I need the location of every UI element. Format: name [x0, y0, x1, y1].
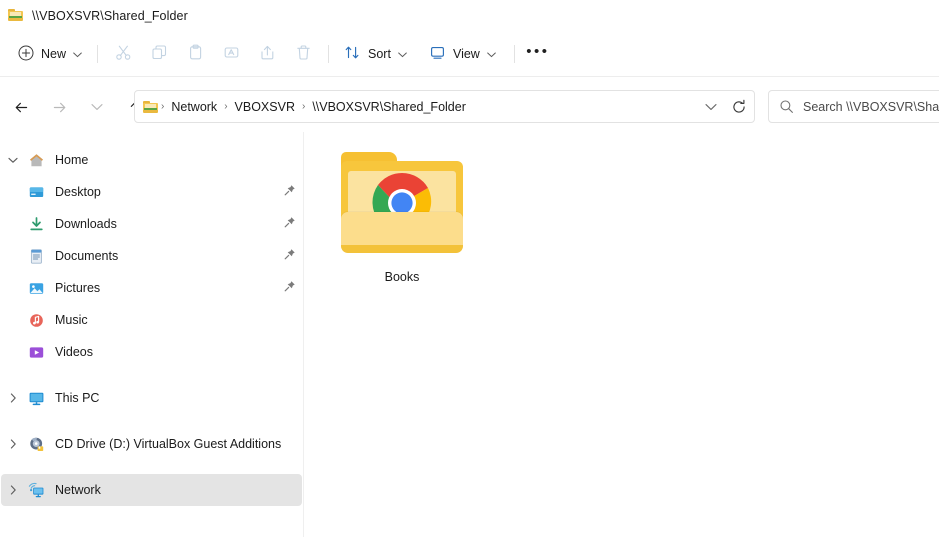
pin-icon[interactable] [283, 184, 296, 200]
this-pc-icon [25, 389, 47, 407]
recent-locations-button[interactable] [82, 92, 112, 122]
chevron-right-icon[interactable] [1, 439, 25, 449]
sidebar-item-network[interactable]: Network [1, 474, 302, 506]
command-toolbar: New Sort View ••• [0, 32, 939, 76]
toolbar-separator [0, 76, 939, 77]
address-bar[interactable]: › Network › VBOXSVR › \\VBOXSVR\Shared_F… [134, 90, 755, 123]
file-item-books[interactable]: Books [333, 146, 471, 288]
pin-icon[interactable] [283, 280, 296, 296]
breadcrumb-item-vboxsvr[interactable]: VBOXSVR [230, 97, 300, 117]
scissors-icon [115, 44, 132, 64]
see-more-button[interactable]: ••• [522, 38, 554, 70]
breadcrumb-separator: › [224, 101, 228, 112]
chevron-down-icon [487, 51, 496, 60]
navigation-pane: Home Desktop Downloads Documents Picture… [0, 138, 303, 537]
search-icon [769, 99, 803, 114]
chevron-right-icon[interactable] [1, 393, 25, 403]
network-icon [25, 481, 47, 499]
sidebar-item-label: Desktop [55, 185, 101, 199]
delete-button[interactable] [285, 38, 321, 70]
pin-icon[interactable] [283, 216, 296, 232]
sidebar-item-this-pc[interactable]: This PC [1, 382, 302, 414]
sidebar-item-cd-drive[interactable]: CD Drive (D:) VirtualBox Guest Additions [1, 428, 302, 460]
sidebar-item-label: Documents [55, 249, 119, 263]
file-list-view[interactable]: Books [304, 132, 939, 537]
videos-icon [25, 343, 47, 361]
view-button-label: View [452, 47, 480, 61]
search-box[interactable]: Search \\VBOXSVR\Share [768, 90, 939, 123]
pictures-icon [25, 279, 47, 297]
sort-button[interactable]: Sort [336, 38, 415, 70]
breadcrumb-item-shared-folder[interactable]: \\VBOXSVR\Shared_Folder [307, 97, 471, 117]
circle-plus-icon [18, 45, 34, 64]
paste-button[interactable] [177, 38, 213, 70]
rename-icon [223, 44, 240, 64]
downloads-icon [25, 215, 47, 233]
desktop-icon [25, 183, 47, 201]
breadcrumb-item-network[interactable]: Network [166, 97, 222, 117]
sidebar-item-downloads[interactable]: Downloads [1, 208, 302, 240]
trash-icon [295, 44, 312, 64]
copy-button[interactable] [141, 38, 177, 70]
home-icon [25, 151, 47, 169]
breadcrumb-folder-icon [143, 100, 159, 114]
sidebar-item-desktop[interactable]: Desktop [1, 176, 302, 208]
chevron-down-icon[interactable] [1, 157, 25, 164]
title-bar-folder-icon [8, 8, 24, 24]
chevron-down-icon [398, 51, 407, 60]
rename-button[interactable] [213, 38, 249, 70]
refresh-button[interactable] [724, 91, 754, 122]
sidebar-item-label: Network [55, 483, 101, 497]
toolbar-divider [97, 45, 99, 63]
monitor-icon [429, 44, 446, 64]
sort-button-label: Sort [368, 47, 391, 61]
clipboard-paste-icon [187, 44, 204, 64]
window-title: \\VBOXSVR\Shared_Folder [32, 9, 188, 23]
sidebar-item-documents[interactable]: Documents [1, 240, 302, 272]
file-explorer-window: \\VBOXSVR\Shared_Folder New Sort View ••… [0, 0, 939, 537]
share-button[interactable] [249, 38, 285, 70]
sidebar-item-label: CD Drive (D:) VirtualBox Guest Additions [55, 437, 282, 451]
address-dropdown-button[interactable] [698, 91, 724, 122]
search-input-placeholder[interactable]: Search \\VBOXSVR\Share [803, 100, 939, 114]
toolbar-divider-2 [328, 45, 330, 63]
folder-chrome-thumbnail-icon [339, 152, 465, 256]
sort-arrows-icon [344, 44, 361, 64]
sidebar-item-home[interactable]: Home [1, 144, 302, 176]
ellipsis-icon: ••• [526, 42, 550, 60]
breadcrumb-separator: › [161, 101, 165, 112]
cd-drive-icon [25, 435, 47, 453]
file-item-label: Books [384, 270, 420, 284]
toolbar-divider-3 [513, 45, 515, 63]
pin-icon[interactable] [283, 248, 296, 264]
breadcrumb-separator: › [301, 101, 306, 112]
sidebar-item-pictures[interactable]: Pictures [1, 272, 302, 304]
sidebar-item-videos[interactable]: Videos [1, 336, 302, 368]
sidebar-item-label: Videos [55, 345, 93, 359]
new-button[interactable]: New [10, 38, 90, 70]
title-bar: \\VBOXSVR\Shared_Folder [0, 0, 939, 32]
sidebar-item-music[interactable]: Music [1, 304, 302, 336]
sidebar-item-label: Downloads [55, 217, 117, 231]
chevron-right-icon[interactable] [1, 485, 25, 495]
new-button-label: New [41, 47, 67, 61]
sidebar-item-label: Music [55, 313, 88, 327]
share-icon [259, 44, 276, 64]
sidebar-item-label: This PC [55, 391, 100, 405]
view-button[interactable]: View [421, 38, 504, 70]
forward-button[interactable] [44, 92, 74, 122]
documents-icon [25, 247, 47, 265]
cut-button[interactable] [105, 38, 141, 70]
copy-icon [151, 44, 168, 64]
sidebar-item-label: Home [55, 153, 89, 167]
chevron-down-icon [73, 51, 82, 60]
sidebar-item-label: Pictures [55, 281, 101, 295]
music-icon [25, 311, 47, 329]
back-button[interactable] [6, 92, 36, 122]
